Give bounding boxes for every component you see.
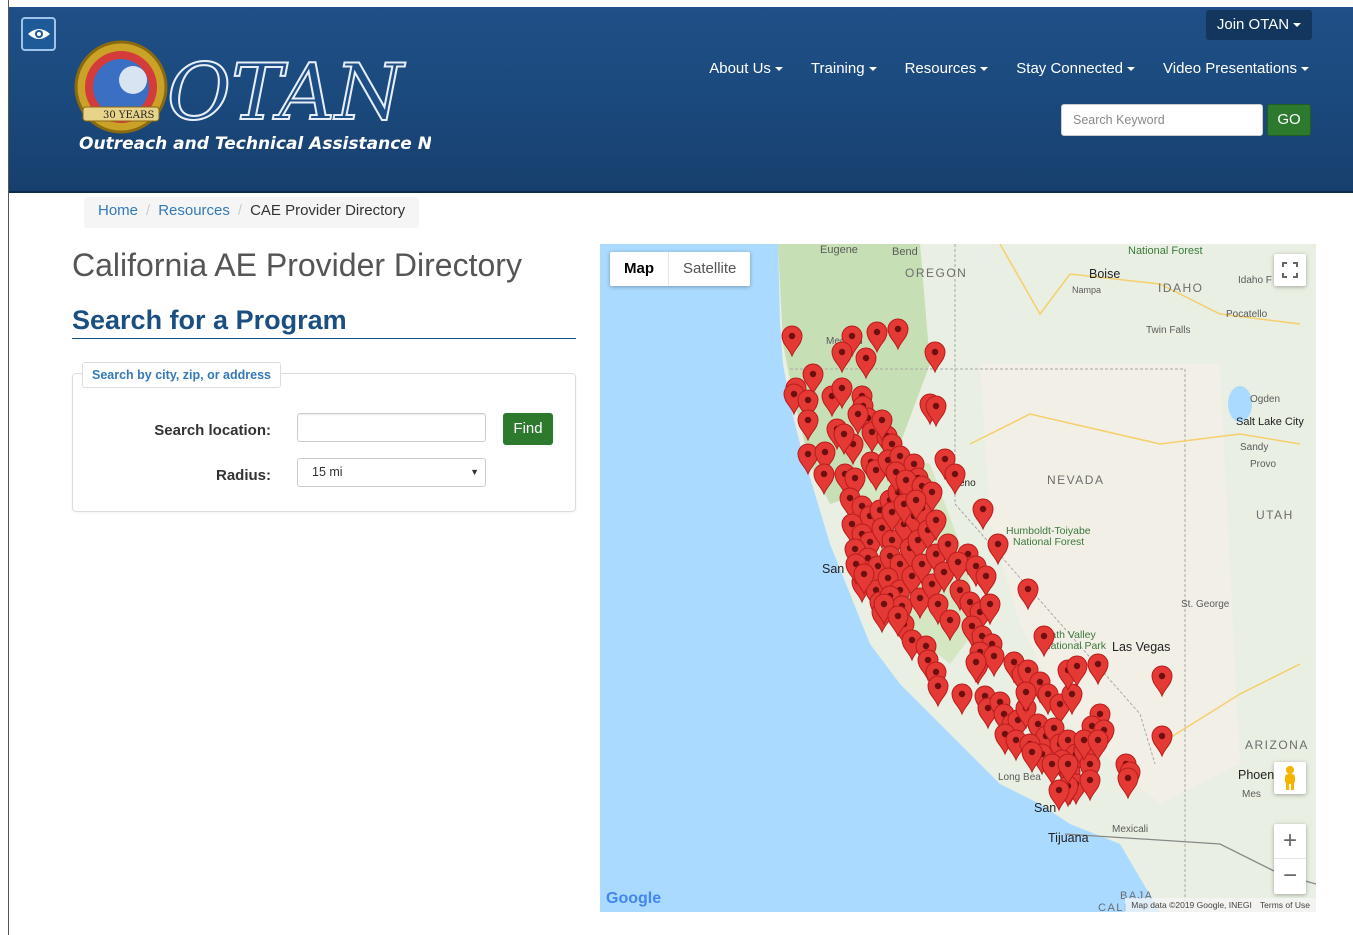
eye-icon	[28, 29, 50, 39]
provider-marker[interactable]	[797, 409, 819, 442]
search-fieldset: Search by city, zip, or address Search l…	[72, 362, 576, 512]
nav-video-presentations[interactable]: Video Presentations	[1163, 60, 1309, 77]
select-arrow-icon: ▼	[470, 467, 479, 477]
logo-badge-text: 30 YEARS	[103, 110, 155, 121]
site-header: 30 YEARS OTAN Outreach and Technical Ass…	[9, 7, 1353, 193]
provider-marker[interactable]	[939, 609, 961, 642]
breadcrumb: Home / Resources / CAE Provider Director…	[84, 197, 420, 228]
map-type-satellite-button[interactable]: Satellite	[668, 252, 750, 286]
nav-about-us[interactable]: About Us	[709, 60, 783, 77]
provider-marker[interactable]	[1117, 767, 1139, 800]
provider-marker[interactable]	[972, 498, 994, 531]
caret-down-icon	[774, 67, 783, 72]
join-otan-button[interactable]: Join OTAN	[1206, 10, 1312, 40]
provider-marker[interactable]	[1151, 725, 1173, 758]
caret-down-icon	[1293, 23, 1302, 28]
breadcrumb-separator: /	[237, 202, 243, 219]
radius-label: Radius:	[215, 467, 271, 484]
caret-down-icon	[1127, 67, 1136, 72]
provider-marker[interactable]	[927, 675, 949, 708]
provider-marker[interactable]	[813, 463, 835, 496]
section-title: Search for a Program	[72, 305, 576, 339]
provider-marker[interactable]	[855, 347, 877, 380]
zoom-out-button[interactable]: −	[1274, 859, 1306, 894]
nav-resources-label: Resources	[904, 60, 977, 77]
main-nav: About Us Training Resources Stay Connect…	[709, 60, 1309, 77]
breadcrumb-resources[interactable]: Resources	[158, 197, 230, 228]
fullscreen-icon	[1282, 262, 1298, 278]
search-go-button[interactable]: GO	[1267, 104, 1311, 136]
map-type-control: Map Satellite	[610, 252, 751, 286]
pegman-icon	[1285, 766, 1295, 790]
provider-marker[interactable]	[1079, 769, 1101, 802]
logo-wordmark: OTAN	[167, 48, 406, 138]
provider-marker[interactable]	[944, 463, 966, 496]
breadcrumb-home[interactable]: Home	[98, 197, 138, 228]
terms-of-use-link[interactable]: Terms of Use	[1260, 898, 1310, 912]
breadcrumb-current: CAE Provider Directory	[250, 202, 406, 219]
provider-map[interactable]: Eugene Bend OREGON National Forest Boise…	[600, 244, 1316, 912]
join-otan-label: Join OTAN	[1216, 16, 1290, 33]
provider-marker[interactable]	[975, 565, 997, 598]
provider-marker[interactable]	[781, 325, 803, 358]
street-view-button[interactable]	[1274, 762, 1306, 794]
nav-training-label: Training	[810, 60, 865, 77]
breadcrumb-separator: /	[146, 202, 151, 219]
radius-select[interactable]: 15 mi ▼	[297, 458, 486, 487]
logo-tagline: Outreach and Technical Assistance Networ…	[79, 134, 431, 154]
provider-marker[interactable]	[1151, 665, 1173, 698]
provider-marker[interactable]	[1017, 578, 1039, 611]
provider-marker[interactable]	[951, 683, 973, 716]
google-logo: Google	[606, 890, 662, 907]
provider-marker[interactable]	[1087, 653, 1109, 686]
nav-video-presentations-label: Video Presentations	[1163, 60, 1297, 77]
zoom-control: + −	[1274, 824, 1306, 894]
caret-down-icon	[980, 67, 989, 72]
nav-stay-connected-label: Stay Connected	[1016, 60, 1124, 77]
map-type-map-button[interactable]: Map	[610, 252, 668, 286]
provider-marker[interactable]	[1033, 625, 1055, 658]
accessibility-button[interactable]	[21, 17, 56, 51]
provider-marker[interactable]	[983, 645, 1005, 678]
map-attribution: Map data ©2019 Google, INEGI Terms of Us…	[1125, 898, 1316, 912]
nav-resources[interactable]: Resources	[905, 60, 989, 77]
provider-pins	[781, 318, 1173, 812]
page-title: California AE Provider Directory	[72, 247, 522, 283]
fieldset-legend: Search by city, zip, or address	[82, 362, 282, 388]
provider-marker[interactable]	[831, 341, 853, 374]
logo-seal-emblem	[119, 66, 147, 94]
nav-training[interactable]: Training	[811, 60, 877, 77]
nav-about-us-label: About Us	[709, 60, 771, 77]
provider-marker[interactable]	[987, 533, 1009, 566]
search-location-label: Search location:	[154, 422, 271, 439]
caret-down-icon	[1301, 67, 1309, 72]
provider-marker[interactable]	[965, 651, 987, 684]
find-button[interactable]: Find	[503, 413, 553, 445]
radius-select-value: 15 mi	[312, 465, 343, 479]
provider-marker[interactable]	[887, 318, 909, 351]
search-location-input[interactable]	[297, 413, 486, 442]
provider-marker[interactable]	[866, 321, 888, 354]
keyword-search-input[interactable]	[1061, 104, 1263, 136]
otan-logo[interactable]: 30 YEARS OTAN Outreach and Technical Ass…	[71, 37, 500, 162]
fullscreen-button[interactable]	[1274, 254, 1306, 286]
map-data-credit: Map data ©2019 Google, INEGI	[1131, 900, 1252, 910]
nav-stay-connected[interactable]: Stay Connected	[1016, 60, 1136, 77]
caret-down-icon	[868, 67, 877, 72]
provider-marker[interactable]	[924, 341, 946, 374]
zoom-in-button[interactable]: +	[1274, 824, 1306, 859]
